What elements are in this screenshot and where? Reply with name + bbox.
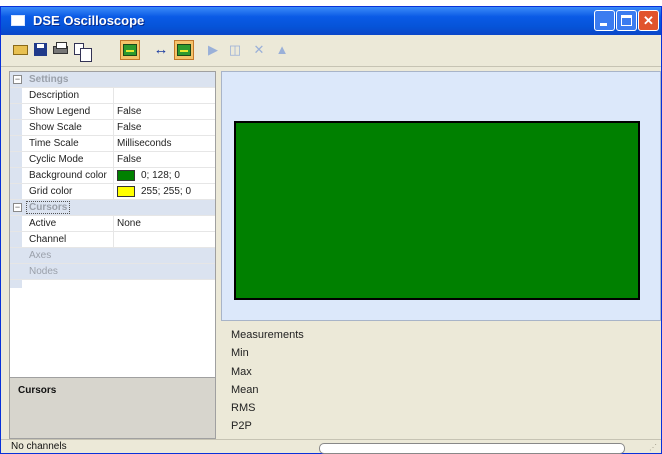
category-label: Settings [29, 74, 69, 85]
measurement-rms: RMS [231, 402, 256, 414]
property-row-channel[interactable]: Channel [10, 232, 215, 248]
eject-icon: ▲ [275, 42, 289, 57]
description-title: Cursors [18, 385, 57, 396]
color-swatch [117, 186, 135, 197]
property-row-show-legend[interactable]: Show Legend False [10, 104, 215, 120]
toolbar: ↔ ▶ ◫ ✕ ▲ [1, 35, 661, 67]
measurement-max: Max [231, 366, 252, 378]
open-button[interactable] [11, 40, 31, 60]
maximize-icon [621, 15, 632, 26]
scope-settings-button[interactable] [174, 40, 194, 60]
color-swatch [117, 170, 135, 181]
property-value[interactable]: False [117, 106, 141, 117]
property-value[interactable]: 255; 255; 0 [141, 186, 191, 197]
minimize-icon [600, 23, 607, 26]
status-text: No channels [11, 441, 67, 452]
property-name: Time Scale [29, 138, 79, 149]
property-row-time-scale[interactable]: Time Scale Milliseconds [10, 136, 215, 152]
scope-icon [177, 44, 191, 56]
scope-view-button[interactable] [120, 40, 140, 60]
property-name: Grid color [29, 186, 73, 197]
save-icon [34, 43, 47, 56]
title-bar[interactable]: DSE Oscilloscope ✕ [1, 7, 661, 35]
property-row-grid-color[interactable]: Grid color 255; 255; 0 [10, 184, 215, 200]
delete-icon: ✕ [253, 42, 265, 57]
cursors-category[interactable]: − Cursors [10, 200, 215, 216]
property-row-description[interactable]: Description [10, 88, 215, 104]
property-value[interactable]: None [117, 218, 141, 229]
save-button[interactable] [31, 40, 51, 60]
maximize-button[interactable] [616, 10, 637, 31]
play-button[interactable]: ▶ [203, 40, 223, 60]
property-name: Description [29, 90, 80, 101]
property-name: Background color [29, 170, 107, 181]
open-icon [13, 45, 28, 55]
category-label: Cursors [26, 201, 71, 214]
settings-category[interactable]: − Settings [10, 72, 215, 88]
delete-button[interactable]: ✕ [249, 40, 269, 60]
property-row-cyclic-mode[interactable]: Cyclic Mode False [10, 152, 215, 168]
print-icon [53, 42, 68, 54]
property-name: Show Legend [29, 106, 91, 117]
property-name: Nodes [29, 266, 58, 277]
property-name: Channel [29, 234, 67, 245]
window-title: DSE Oscilloscope [33, 13, 145, 28]
resize-grip-icon[interactable]: ⋰ [649, 443, 659, 453]
close-icon: ✕ [643, 13, 654, 28]
property-name: Show Scale [29, 122, 82, 133]
measurement-min: Min [231, 347, 249, 359]
property-value[interactable]: False [117, 122, 141, 133]
stop-icon: ◫ [228, 42, 242, 57]
property-row-background-color[interactable]: Background color 0; 128; 0 [10, 168, 215, 184]
eject-button[interactable]: ▲ [272, 40, 292, 60]
scope-display-area [221, 71, 661, 321]
minimize-button[interactable] [594, 10, 615, 31]
play-icon: ▶ [208, 42, 218, 57]
measurement-mean: Mean [231, 384, 259, 396]
print-button[interactable] [51, 40, 71, 60]
property-name: Cyclic Mode [29, 154, 84, 165]
property-description-panel: Cursors [9, 377, 216, 439]
copy-button[interactable] [72, 40, 92, 62]
scope-icon [123, 44, 137, 56]
copy-icon [74, 43, 92, 62]
property-name: Axes [29, 250, 52, 261]
property-row-nodes: Nodes [10, 264, 215, 280]
horizontal-arrows-icon: ↔ [153, 41, 169, 58]
measurements-header: Measurements [231, 329, 304, 341]
collapse-icon[interactable]: − [13, 203, 22, 212]
oscilloscope-plot[interactable] [234, 121, 640, 300]
property-row-axes: Axes [10, 248, 215, 264]
close-button[interactable]: ✕ [638, 10, 659, 31]
horizontal-zoom-button[interactable]: ↔ [151, 40, 171, 60]
status-bar: No channels ⋰ [1, 439, 661, 454]
collapse-icon[interactable]: − [13, 75, 22, 84]
window-icon [11, 15, 25, 26]
property-value[interactable]: False [117, 154, 141, 165]
oscilloscope-window: DSE Oscilloscope ✕ ↔ ▶ ◫ ✕ ▲ − Settings … [0, 6, 662, 454]
property-value[interactable]: 0; 128; 0 [141, 170, 180, 181]
property-row-active[interactable]: Active None [10, 216, 215, 232]
property-name: Active [29, 218, 57, 229]
property-row-show-scale[interactable]: Show Scale False [10, 120, 215, 136]
measurements-panel: Measurements Min Max Mean RMS P2P [221, 321, 661, 439]
property-value[interactable]: Milliseconds [117, 138, 171, 149]
stop-button[interactable]: ◫ [225, 40, 245, 60]
measurement-p2p: P2P [231, 420, 252, 432]
progress-bar [319, 443, 625, 454]
